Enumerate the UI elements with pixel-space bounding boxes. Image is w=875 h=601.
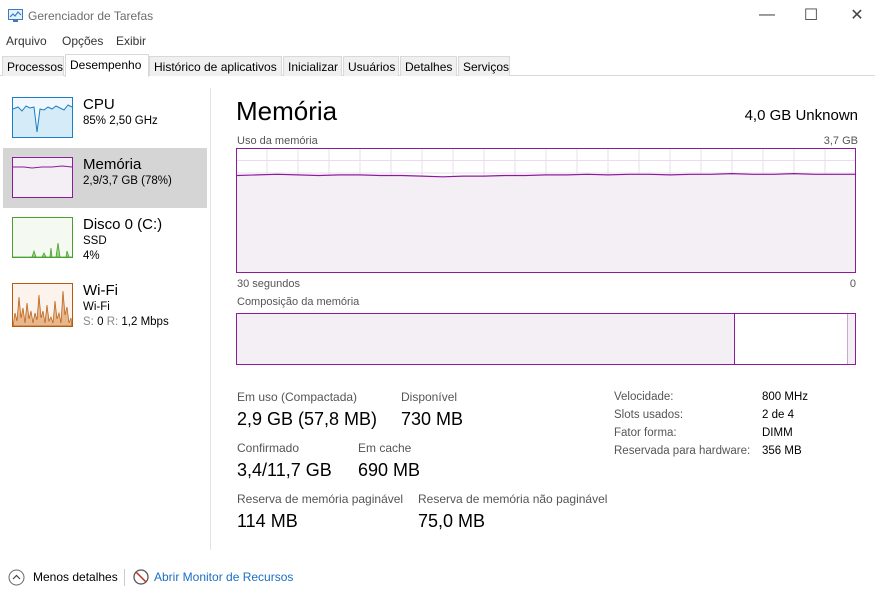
menu-exibir[interactable]: Exibir <box>116 34 146 48</box>
time-axis-right: 0 <box>849 278 856 290</box>
close-icon: ✕ <box>850 7 864 24</box>
memory-usage: 2,9/3,7 GB (78%) <box>83 175 172 187</box>
wifi-receive-label: R: <box>106 316 119 328</box>
form-factor-value: DIMM <box>762 427 793 439</box>
paged-pool-label: Reserva de memória paginável <box>237 492 404 506</box>
disk-title: Disco 0 (C:) <box>83 216 163 233</box>
tab-servicos[interactable]: Serviços <box>458 56 510 76</box>
tab-usuarios[interactable]: Usuários <box>343 56 399 76</box>
available-label: Disponível <box>401 390 458 404</box>
in-use-label: Em uso (Compactada) <box>237 390 358 404</box>
open-resource-monitor-link[interactable]: Abrir Monitor de Recursos <box>154 570 293 584</box>
less-details-button[interactable]: Menos detalhes <box>33 570 118 584</box>
memory-total: 4,0 GB Unknown <box>744 107 858 124</box>
time-axis-left: 30 segundos <box>237 278 300 290</box>
composition-in-use-segment <box>237 314 736 364</box>
wifi-thumbnail-graph <box>12 283 73 327</box>
minimize-button[interactable]: — <box>744 0 790 30</box>
maximize-button[interactable]: ☐ <box>788 0 834 30</box>
usage-graph-max: 3,7 GB <box>823 135 858 147</box>
footer-bar: Menos detalhes Abrir Monitor de Recursos <box>0 565 875 589</box>
cached-label: Em cache <box>358 441 412 455</box>
page-title: Memória <box>236 96 338 126</box>
memory-thumbnail-graph <box>12 157 73 198</box>
wifi-name: Wi-Fi <box>83 301 110 313</box>
window-title: Gerenciador de Tarefas <box>28 9 154 23</box>
speed-label: Velocidade: <box>614 391 674 403</box>
cpu-title: CPU <box>83 96 115 113</box>
chevron-up-circle-icon[interactable] <box>8 569 25 586</box>
footer-divider <box>124 569 125 586</box>
composition-label: Composição da memória <box>237 296 360 308</box>
sidebar-item-memoria[interactable]: Memória 2,9/3,7 GB (78%) <box>3 148 207 208</box>
maximize-icon: ☐ <box>803 7 819 24</box>
wifi-send-label: S: <box>83 316 94 328</box>
disk-usage: 4% <box>83 250 100 262</box>
paged-pool-value: 114 MB <box>237 511 298 531</box>
cpu-thumbnail-graph <box>12 97 73 138</box>
minimize-icon: — <box>759 6 775 23</box>
sidebar: CPU 85% 2,50 GHz Memória 2,9/3,7 GB (78%… <box>0 88 211 550</box>
tab-inicializar[interactable]: Inicializar <box>283 56 342 76</box>
tab-processos[interactable]: Processos <box>2 56 64 76</box>
wifi-throughput: S: 0 R: 1,2 Mbps <box>83 316 169 328</box>
hardware-reserved-value: 356 MB <box>762 445 802 457</box>
composition-modified-segment <box>735 314 848 364</box>
memory-usage-graph <box>236 148 856 273</box>
tab-detalhes[interactable]: Detalhes <box>400 56 457 76</box>
committed-value: 3,4/11,7 GB <box>237 460 332 480</box>
memory-composition-bar <box>236 313 856 365</box>
task-manager-icon <box>8 9 23 22</box>
close-button[interactable]: ✕ <box>834 0 875 30</box>
wifi-receive-value: 1,2 Mbps <box>121 316 169 328</box>
available-value: 730 MB <box>401 409 464 429</box>
tab-desempenho[interactable]: Desempenho <box>65 54 149 77</box>
disk-thumbnail-graph <box>12 217 73 258</box>
menu-opcoes[interactable]: Opções <box>62 34 103 48</box>
tab-strip: Processos Desempenho Histórico de aplica… <box>0 54 875 77</box>
in-use-value: 2,9 GB (57,8 MB) <box>237 409 378 429</box>
wifi-send-value: 0 <box>97 316 104 328</box>
usage-graph-area <box>236 173 856 273</box>
nonpaged-pool-value: 75,0 MB <box>418 511 486 531</box>
speed-value: 800 MHz <box>762 391 809 403</box>
hardware-reserved-label: Reservada para hardware: <box>614 445 751 457</box>
menu-bar: Arquivo Opções Exibir <box>0 32 875 50</box>
sidebar-item-wifi[interactable]: Wi-Fi Wi-Fi S: 0 R: 1,2 Mbps <box>3 274 207 334</box>
cached-value: 690 MB <box>358 460 421 480</box>
slots-label: Slots usados: <box>614 409 684 421</box>
memory-title: Memória <box>83 156 142 173</box>
nonpaged-pool-label: Reserva de memória não paginável <box>418 492 608 506</box>
menu-arquivo[interactable]: Arquivo <box>6 34 47 48</box>
sidebar-item-cpu[interactable]: CPU 85% 2,50 GHz <box>3 88 207 148</box>
sidebar-item-disco[interactable]: Disco 0 (C:) SSD 4% <box>3 208 207 268</box>
tab-historico[interactable]: Histórico de aplicativos <box>149 56 282 76</box>
slots-value: 2 de 4 <box>762 409 794 421</box>
cpu-usage: 85% 2,50 GHz <box>83 115 158 127</box>
committed-label: Confirmado <box>237 441 300 455</box>
usage-graph-label: Uso da memória <box>237 135 318 147</box>
title-bar: Gerenciador de Tarefas — ☐ ✕ <box>0 0 875 32</box>
disk-type: SSD <box>83 235 107 247</box>
form-factor-label: Fator forma: <box>614 427 677 439</box>
resource-monitor-icon[interactable] <box>133 569 149 585</box>
wifi-title: Wi-Fi <box>83 282 118 299</box>
